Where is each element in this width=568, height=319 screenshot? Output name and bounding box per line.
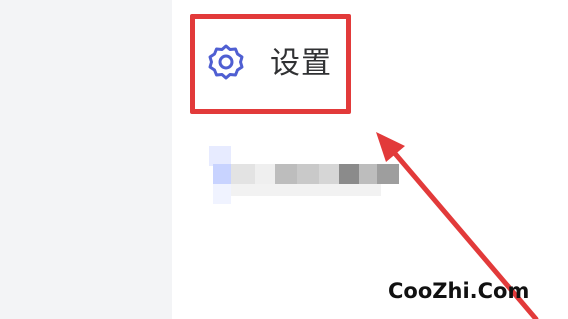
watermark: CooZhi.Com [388,279,530,303]
settings-menu-label[interactable]: 设置 [270,47,332,81]
gear-icon[interactable] [206,42,246,82]
left-sidebar [0,0,172,319]
screenshot-page: 设置 CooZhi.Com [0,0,568,319]
